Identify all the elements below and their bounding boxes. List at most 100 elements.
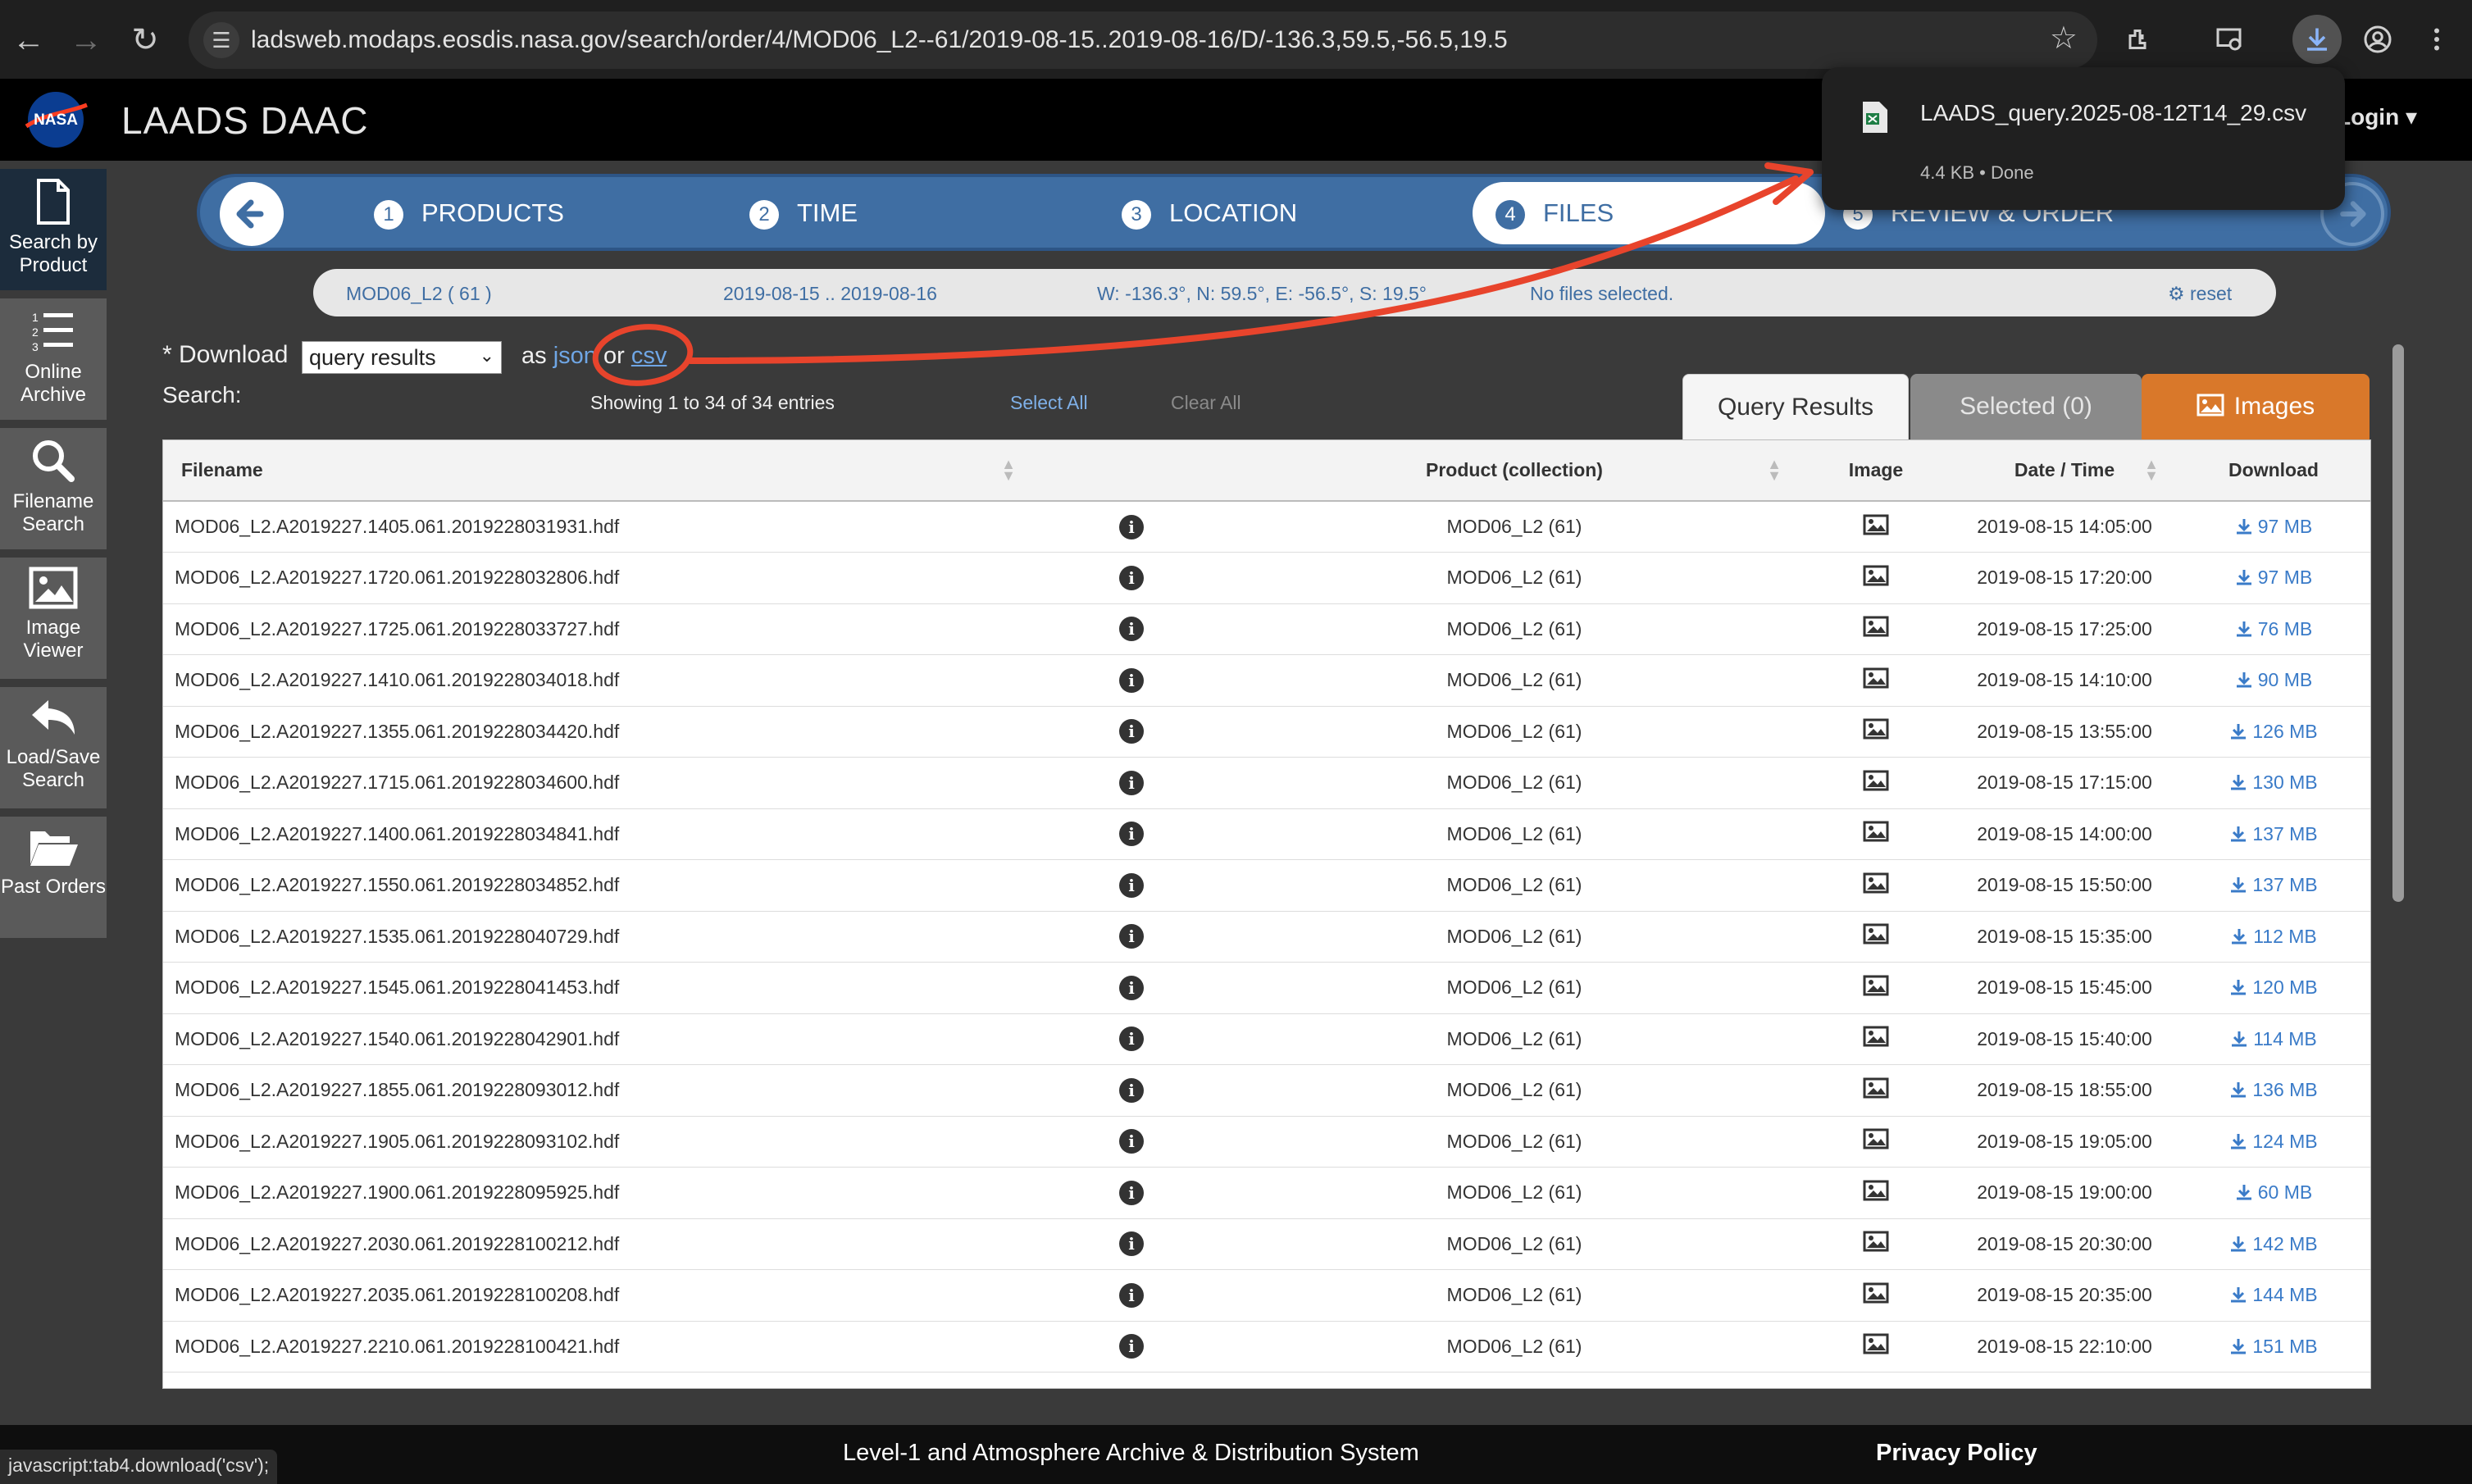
wizard-step-files[interactable]: 4 FILES (1473, 182, 1825, 244)
clear-all-button[interactable]: Clear All (1171, 392, 1241, 414)
download-link[interactable]: 137 MB (2229, 874, 2318, 895)
picture-icon[interactable] (1863, 1180, 1889, 1201)
download-link[interactable]: 114 MB (2230, 1028, 2317, 1049)
info-icon[interactable]: i (1119, 1231, 1144, 1257)
privacy-policy-link[interactable]: Privacy Policy (1876, 1440, 2037, 1467)
login-menu[interactable]: Login ▾ (2337, 103, 2417, 130)
download-link[interactable]: 90 MB (2235, 669, 2312, 690)
row-download[interactable]: 112 MB (2175, 911, 2370, 963)
cast-search-icon[interactable] (2206, 15, 2255, 64)
table-row[interactable]: MOD06_L2.A2019227.1900.061.2019228095925… (163, 1168, 2370, 1219)
row-download[interactable]: 97 MB (2175, 553, 2370, 604)
row-info[interactable]: i (1032, 655, 1231, 707)
table-row[interactable]: MOD06_L2.A2019227.1535.061.2019228040729… (163, 911, 2370, 963)
wizard-step-location[interactable]: 3 LOCATION (1122, 198, 1297, 230)
tab-selected[interactable]: Selected (0) (1910, 374, 2142, 439)
picture-icon[interactable] (1863, 667, 1889, 689)
row-filename[interactable]: MOD06_L2.A2019227.1545.061.2019228041453… (163, 963, 1032, 1014)
picture-icon[interactable] (1863, 923, 1889, 945)
table-row[interactable]: MOD06_L2.A2019227.2210.061.2019228100421… (163, 1321, 2370, 1372)
row-image[interactable] (1798, 1218, 1954, 1270)
row-info[interactable]: i (1032, 911, 1231, 963)
row-image[interactable] (1798, 706, 1954, 758)
row-download[interactable]: 144 MB (2175, 1270, 2370, 1322)
picture-icon[interactable] (1863, 975, 1889, 996)
table-row[interactable]: MOD06_L2.A2019227.1405.061.2019228031931… (163, 501, 2370, 553)
row-info[interactable]: i (1032, 1116, 1231, 1168)
row-image[interactable] (1798, 911, 1954, 963)
table-row[interactable]: MOD06_L2.A2019227.1540.061.2019228042901… (163, 1013, 2370, 1065)
row-info[interactable]: i (1032, 1321, 1231, 1372)
download-link[interactable]: 124 MB (2229, 1131, 2318, 1152)
info-icon[interactable]: i (1119, 975, 1144, 1000)
row-info[interactable]: i (1032, 860, 1231, 912)
row-info[interactable]: i (1032, 553, 1231, 604)
info-icon[interactable]: i (1119, 719, 1144, 744)
table-row[interactable]: MOD06_L2.A2019227.2035.061.2019228100208… (163, 1270, 2370, 1322)
profile-icon[interactable] (2353, 15, 2402, 64)
column-header-datetime[interactable]: Date / Time ▲ ▼ (1954, 440, 2175, 502)
download-link[interactable]: 130 MB (2229, 772, 2318, 793)
row-info[interactable]: i (1032, 1013, 1231, 1065)
row-image[interactable] (1798, 758, 1954, 809)
sidebar-item-load-save-search[interactable]: Load/Save Search (0, 687, 107, 808)
row-info[interactable]: i (1032, 1218, 1231, 1270)
row-download[interactable]: 120 MB (2175, 963, 2370, 1014)
row-filename[interactable]: MOD06_L2.A2019227.1855.061.2019228093012… (163, 1065, 1032, 1117)
row-info[interactable]: i (1032, 808, 1231, 860)
picture-icon[interactable] (1863, 821, 1889, 842)
picture-icon[interactable] (1863, 514, 1889, 535)
row-image[interactable] (1798, 860, 1954, 912)
row-download[interactable]: 114 MB (2175, 1013, 2370, 1065)
tab-images[interactable]: Images (2142, 374, 2370, 439)
row-filename[interactable]: MOD06_L2.A2019227.1725.061.2019228033727… (163, 603, 1032, 655)
picture-icon[interactable] (1863, 616, 1889, 637)
forward-arrow-icon[interactable]: → (64, 18, 108, 62)
download-link[interactable]: 137 MB (2229, 823, 2318, 844)
downloads-icon[interactable] (2292, 15, 2342, 64)
wizard-step-products[interactable]: 1 PRODUCTS (374, 198, 564, 230)
summary-product[interactable]: MOD06_L2 ( 61 ) (346, 283, 492, 305)
info-icon[interactable]: i (1119, 770, 1144, 795)
site-settings-icon[interactable]: ☰ (203, 22, 239, 58)
info-icon[interactable]: i (1119, 1077, 1144, 1103)
info-icon[interactable]: i (1119, 924, 1144, 949)
info-icon[interactable]: i (1119, 1027, 1144, 1052)
download-link[interactable]: 136 MB (2229, 1079, 2318, 1100)
table-row[interactable]: MOD06_L2.A2019227.1400.061.2019228034841… (163, 808, 2370, 860)
row-info[interactable]: i (1032, 603, 1231, 655)
column-header-filename[interactable]: Filename ▲ ▼ (163, 440, 1032, 502)
row-download[interactable]: 60 MB (2175, 1168, 2370, 1219)
download-link[interactable]: 151 MB (2229, 1336, 2318, 1357)
sidebar-item-search-by-product[interactable]: Search by Product (0, 169, 107, 290)
row-info[interactable]: i (1032, 1065, 1231, 1117)
info-icon[interactable]: i (1119, 1282, 1144, 1308)
row-filename[interactable]: MOD06_L2.A2019227.1540.061.2019228042901… (163, 1013, 1032, 1065)
picture-icon[interactable] (1863, 1026, 1889, 1047)
info-icon[interactable]: i (1119, 1334, 1144, 1359)
row-info[interactable]: i (1032, 706, 1231, 758)
row-filename[interactable]: MOD06_L2.A2019227.1410.061.2019228034018… (163, 655, 1032, 707)
row-filename[interactable]: MOD06_L2.A2019227.1900.061.2019228095925… (163, 1168, 1032, 1219)
row-filename[interactable]: MOD06_L2.A2019227.1905.061.2019228093102… (163, 1116, 1032, 1168)
row-image[interactable] (1798, 1116, 1954, 1168)
row-image[interactable] (1798, 603, 1954, 655)
picture-icon[interactable] (1863, 770, 1889, 791)
download-link[interactable]: 126 MB (2229, 721, 2318, 742)
kebab-menu-icon[interactable] (2412, 15, 2461, 64)
row-info[interactable]: i (1032, 963, 1231, 1014)
row-info[interactable]: i (1032, 758, 1231, 809)
sidebar-item-past-orders[interactable]: Past Orders (0, 817, 107, 938)
row-filename[interactable]: MOD06_L2.A2019227.1405.061.2019228031931… (163, 501, 1032, 553)
info-icon[interactable]: i (1119, 1129, 1144, 1154)
download-link[interactable]: 60 MB (2235, 1181, 2312, 1203)
picture-icon[interactable] (1863, 1231, 1889, 1252)
row-info[interactable]: i (1032, 501, 1231, 553)
picture-icon[interactable] (1863, 1333, 1889, 1354)
row-download[interactable]: 142 MB (2175, 1218, 2370, 1270)
nasa-logo-icon[interactable]: NASA (21, 89, 90, 151)
table-row[interactable]: MOD06_L2.A2019227.1905.061.2019228093102… (163, 1116, 2370, 1168)
table-row[interactable]: MOD06_L2.A2019227.2030.061.2019228100212… (163, 1218, 2370, 1270)
row-filename[interactable]: MOD06_L2.A2019227.2035.061.2019228100208… (163, 1270, 1032, 1322)
extensions-icon[interactable] (2115, 15, 2165, 64)
